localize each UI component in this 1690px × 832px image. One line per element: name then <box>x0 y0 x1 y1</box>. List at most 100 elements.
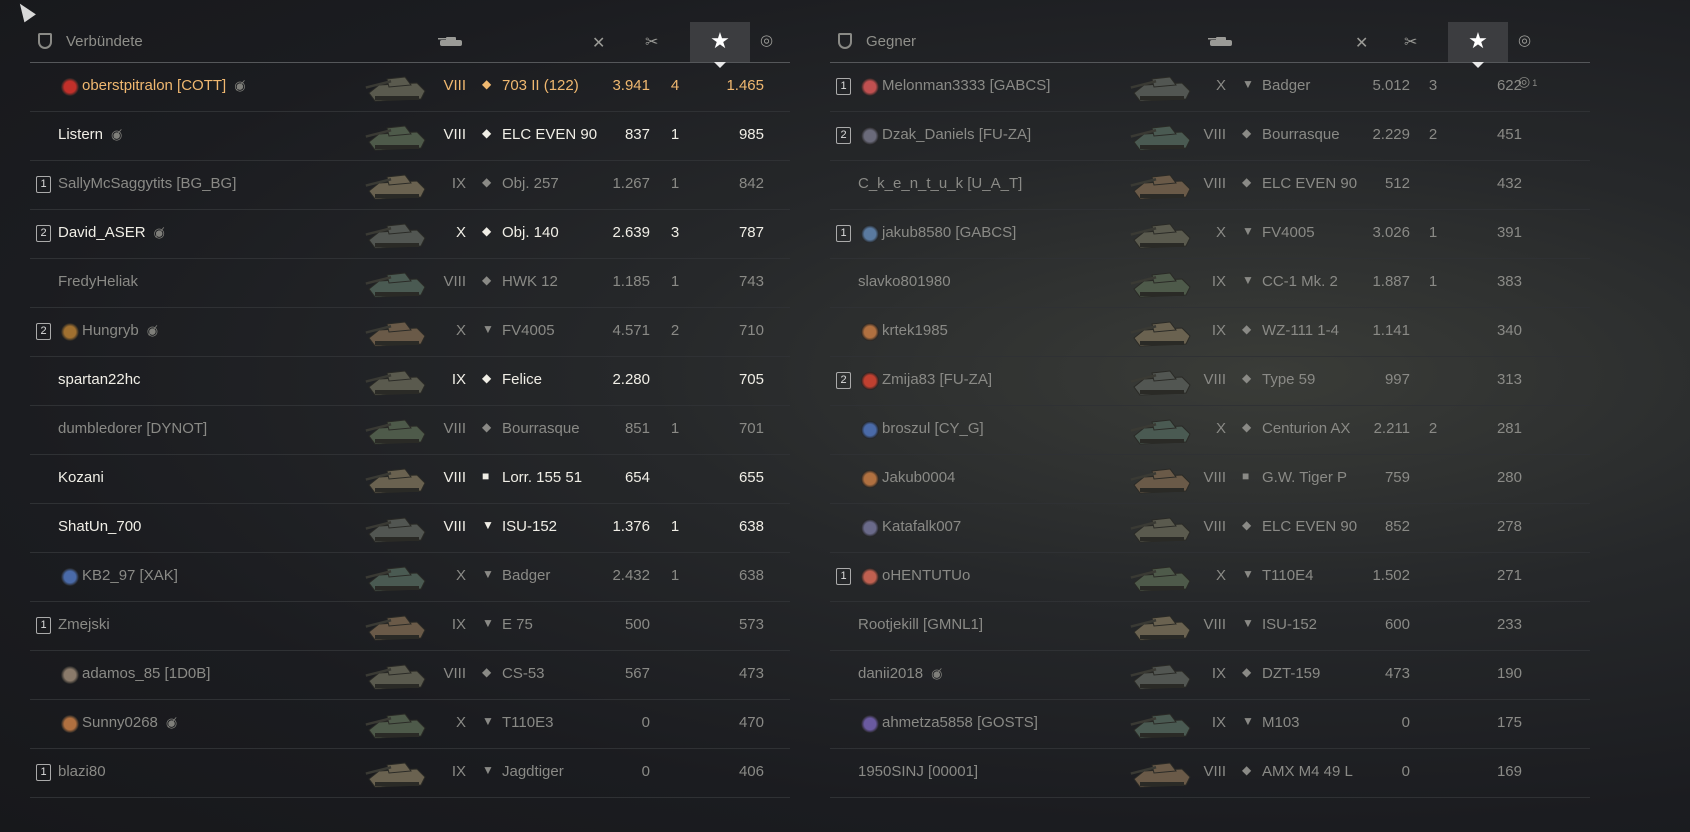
vehicle-tier: VIII <box>443 273 466 290</box>
player-row[interactable]: 1 oHENTUTUo X ▼ T110E4 1.502 271 <box>830 553 1590 602</box>
damage-value: 4.571 <box>612 322 650 339</box>
clan-emblem-icon <box>61 323 79 341</box>
damage-value: 0 <box>641 714 650 731</box>
vehicle-tier: IX <box>451 175 466 192</box>
player-name-text: oHENTUTUo <box>882 567 971 584</box>
platoon-badge: 1 <box>36 764 51 781</box>
xp-value: 655 <box>738 469 764 486</box>
medal-column-icon[interactable]: ◎ <box>1518 31 1531 51</box>
vehicle-column-icon[interactable] <box>438 35 464 47</box>
player-name-text: slavko801980 <box>858 273 951 290</box>
player-row[interactable]: 1 jakub8580 [GABCS] X ▼ FV4005 3.026 1 391 <box>830 210 1590 259</box>
player-row[interactable]: Listern ◉̸ VIII ◆ ELC EVEN 90 837 1 985 <box>30 112 790 161</box>
player-name-text: FredyHeliak <box>58 273 139 290</box>
vehicle-class-icon: ▼ <box>482 714 494 728</box>
player-row[interactable]: ahmetza5858 [GOSTS] IX ▼ M103 0 175 <box>830 700 1590 749</box>
mouse-cursor <box>14 0 36 23</box>
medal-column-icon[interactable]: ◎ <box>760 31 773 51</box>
player-row[interactable]: broszul [CY_G] X ◆ Centurion AX 2.211 2 281 <box>830 406 1590 455</box>
player-row[interactable]: 2 Zmija83 [FU-ZA] VIII ◆ Type 59 997 313 <box>830 357 1590 406</box>
damage-value: 600 <box>1384 616 1410 633</box>
kills-column-icon[interactable]: ✂ <box>645 32 658 52</box>
damage-value: 567 <box>624 665 650 682</box>
player-name: 1950SINJ [00001] <box>858 763 978 780</box>
anonymizer-icon: ◉̸ <box>153 225 165 240</box>
vehicle-icon <box>1130 566 1191 592</box>
player-name-text: KB2_97 [XAK] <box>82 567 178 584</box>
xp-value: 280 <box>1496 469 1522 486</box>
vehicle-icon <box>365 272 426 298</box>
damage-value: 997 <box>1384 371 1410 388</box>
player-row[interactable]: spartan22hc IX ◆ Felice 2.280 705 <box>30 357 790 406</box>
xp-value: 473 <box>738 665 764 682</box>
player-row[interactable]: Rootjekill [GMNL1] VIII ▼ ISU-152 600 233 <box>830 602 1590 651</box>
vehicle-tier: VIII <box>443 77 466 94</box>
player-row[interactable]: oberstpitralon [COTT] ◉̸ VIII ◆ 703 II (122)… <box>30 63 790 112</box>
platoon-badge: 1 <box>836 225 851 242</box>
player-row[interactable]: Katafalk007 VIII ◆ ELC EVEN 90 852 278 <box>830 504 1590 553</box>
player-row[interactable]: 1 Melonman3333 [GABCS] X ▼ Badger 5.012 3 622 ◎ 1 <box>830 63 1590 112</box>
player-row[interactable]: C_k_e_n_t_u_k [U_A_T] VIII ◆ ELC EVEN 90 512… <box>830 161 1590 210</box>
vehicle-icon <box>365 615 426 641</box>
damage-value: 852 <box>1384 518 1410 535</box>
xp-column-header[interactable]: ★ <box>1448 22 1508 68</box>
vehicle-class-icon: ◆ <box>482 665 492 679</box>
xp-column-header[interactable]: ★ <box>690 22 750 68</box>
vehicle-class-icon: ▼ <box>1242 616 1254 630</box>
xp-value: 710 <box>738 322 764 339</box>
player-name: Jakub0004 <box>882 469 955 486</box>
player-row[interactable]: 2 Dzak_Daniels [FU-ZA] VIII ◆ Bourrasque 2.22… <box>830 112 1590 161</box>
vehicle-tier: X <box>455 714 466 731</box>
player-row[interactable]: Jakub0004 VIII ■ G.W. Tiger P 759 280 <box>830 455 1590 504</box>
player-row[interactable]: dumbledorer [DYNOT] VIII ◆ Bourrasque 851 1 70… <box>30 406 790 455</box>
player-row[interactable]: krtek1985 IX ◆ WZ-111 1-4 1.141 340 <box>830 308 1590 357</box>
enemies-header: Gegner ✕ ✂ ★ ◎ <box>830 22 1590 68</box>
anonymizer-icon: ◉̸ <box>111 127 123 142</box>
vehicle-class-icon: ◆ <box>482 224 492 238</box>
player-row[interactable]: ShatUn_700 VIII ▼ ISU-152 1.376 1 638 <box>30 504 790 553</box>
xp-value: 190 <box>1496 665 1522 682</box>
clan-emblem-icon <box>61 666 79 684</box>
damage-column-icon[interactable]: ✕ <box>1355 33 1368 53</box>
xp-value: 233 <box>1496 616 1522 633</box>
player-name-text: Zmejski <box>58 616 110 633</box>
player-row[interactable]: Kozani VIII ■ Lorr. 155 51 654 655 <box>30 455 790 504</box>
player-row[interactable]: 1 blazi80 IX ▼ Jagdtiger 0 406 <box>30 749 790 798</box>
vehicle-name: Bourrasque <box>502 420 580 437</box>
xp-value: 406 <box>738 763 764 780</box>
damage-value: 851 <box>624 420 650 437</box>
player-row[interactable]: 1950SINJ [00001] VIII ◆ AMX M4 49 L 0 169 <box>830 749 1590 798</box>
kills-column-icon[interactable]: ✂ <box>1404 32 1417 52</box>
player-row[interactable]: adamos_85 [1D0B] VIII ◆ CS-53 567 473 <box>30 651 790 700</box>
vehicle-name: Badger <box>1262 77 1311 94</box>
vehicle-icon <box>1130 664 1191 690</box>
xp-value: 573 <box>738 616 764 633</box>
xp-value: 638 <box>738 518 764 535</box>
player-row[interactable]: FredyHeliak VIII ◆ HWK 12 1.185 1 743 <box>30 259 790 308</box>
player-row[interactable]: slavko801980 IX ▼ CC-1 Mk. 2 1.887 1 383 <box>830 259 1590 308</box>
vehicle-tier: IX <box>451 616 466 633</box>
vehicle-class-icon: ◆ <box>1242 322 1252 336</box>
player-name: KB2_97 [XAK] <box>82 567 178 584</box>
anonymizer-icon: ◉̸ <box>931 666 943 681</box>
vehicle-tier: VIII <box>1203 763 1226 780</box>
vehicle-class-icon: ▼ <box>482 322 494 336</box>
player-row[interactable]: 1 SallyMcSaggytits [BG_BG] IX ◆ Obj. 257 1.26… <box>30 161 790 210</box>
clan-emblem-icon <box>861 323 879 341</box>
player-row[interactable]: 2 David_ASER ◉̸ X ◆ Obj. 140 2.639 3 787 <box>30 210 790 259</box>
kills-value: 1 <box>670 126 680 143</box>
player-row[interactable]: danii2018 ◉̸ IX ◆ DZT-159 473 190 <box>830 651 1590 700</box>
damage-column-icon[interactable]: ✕ <box>592 33 605 53</box>
vehicle-name: Obj. 140 <box>502 224 559 241</box>
player-name: oHENTUTUo <box>882 567 970 584</box>
xp-value: 743 <box>738 273 764 290</box>
vehicle-icon <box>1130 76 1191 102</box>
anonymizer-icon: ◉̸ <box>165 715 178 730</box>
player-row[interactable]: Sunny0268 ◉̸ X ▼ T110E3 0 470 <box>30 700 790 749</box>
player-row[interactable]: KB2_97 [XAK] X ▼ Badger 2.432 1 638 <box>30 553 790 602</box>
vehicle-column-icon[interactable] <box>1208 35 1234 47</box>
player-row[interactable]: 2 Hungryb ◉̸ X ▼ FV4005 4.571 2 710 <box>30 308 790 357</box>
player-row[interactable]: 1 Zmejski IX ▼ E 75 500 573 <box>30 602 790 651</box>
platoon-badge: 1 <box>36 617 51 634</box>
vehicle-tier: IX <box>1211 665 1226 682</box>
